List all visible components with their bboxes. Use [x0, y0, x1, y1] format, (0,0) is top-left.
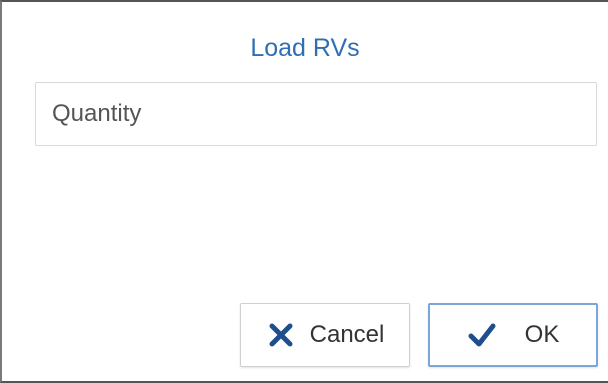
ok-button[interactable]: OK — [428, 303, 598, 367]
cancel-button-label: Cancel — [309, 321, 385, 348]
cancel-button[interactable]: Cancel — [240, 303, 410, 367]
quantity-input[interactable] — [35, 82, 597, 146]
load-rvs-dialog: Load RVs Cancel OK — [0, 0, 608, 383]
dialog-title: Load RVs — [250, 34, 360, 62]
checkmark-icon — [467, 320, 497, 350]
close-icon — [266, 320, 296, 350]
ok-button-label: OK — [524, 321, 560, 348]
